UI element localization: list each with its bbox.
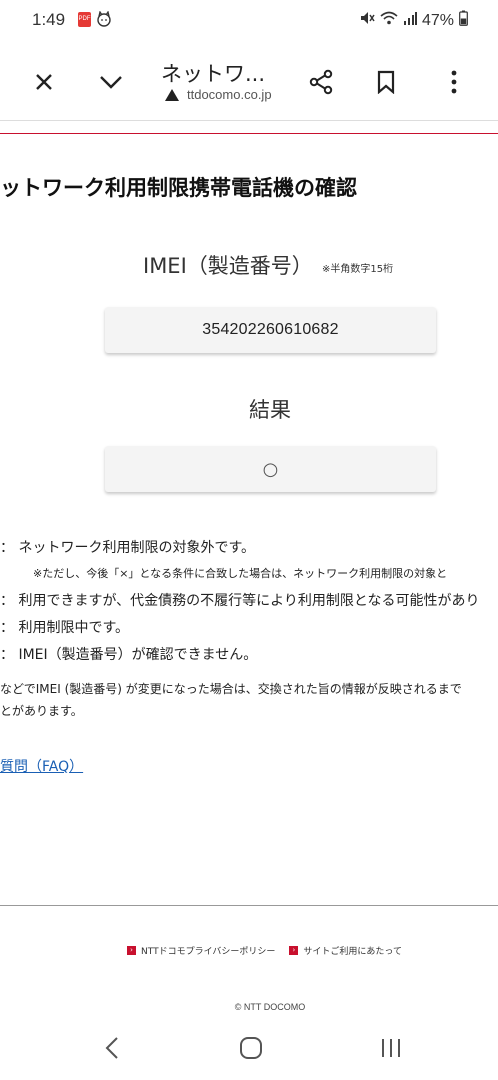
status-bar: 1:49 PDF 47%: [0, 0, 498, 42]
back-chevron-icon: [105, 1037, 118, 1059]
footer-links: › NTTドコモプライバシーポリシー › サイトご利用にあたって: [127, 944, 402, 957]
imei-field[interactable]: 354202260610682: [105, 307, 436, 353]
more-options-button[interactable]: [434, 62, 474, 102]
privacy-policy-link[interactable]: › NTTドコモプライバシーポリシー: [127, 944, 275, 957]
faq-link[interactable]: 質問（FAQ）: [0, 756, 83, 776]
signal-icon: [403, 11, 417, 30]
more-vert-icon: [451, 70, 457, 94]
recents-button[interactable]: [371, 1032, 411, 1064]
imei-change-note: などでIMEI (製造番号) が変更になった場合は、交換された旨の情報が反映され…: [0, 678, 462, 722]
legend-item-note: ※ただし、今後「×」となる条件に合致した場合は、ネットワーク利用制限の対象と: [33, 567, 448, 580]
result-field: ○: [105, 446, 436, 492]
status-indicators: 47%: [359, 10, 468, 31]
url-text: ttdocomo.co.jp: [187, 87, 272, 102]
imei-note: ※半角数字15桁: [322, 264, 394, 275]
home-icon: [240, 1037, 262, 1059]
imei-value: 354202260610682: [202, 321, 339, 338]
header-red-line: [0, 133, 498, 134]
result-label: 結果: [249, 398, 291, 422]
page-heading: ットワーク利用制限携帯電話機の確認: [0, 176, 357, 200]
site-terms-link[interactable]: › サイトご利用にあたって: [289, 944, 402, 957]
legend-item-dash: ： IMEI（製造番号）が確認できません。: [0, 647, 258, 663]
bookmark-button[interactable]: [366, 62, 406, 102]
close-button[interactable]: [24, 62, 64, 102]
status-time: 1:49: [32, 10, 66, 29]
battery-icon: [459, 10, 468, 31]
wifi-icon: [380, 10, 398, 31]
footer-divider: [0, 905, 498, 906]
site-terms-label: サイトご利用にあたって: [303, 947, 402, 957]
share-button[interactable]: [301, 62, 341, 102]
note-line-2: とがあります。: [0, 704, 83, 718]
legend-item-triangle: ： 利用できますが、代金債務の不履行等により利用制限となる可能性があり: [0, 593, 480, 609]
imei-label: IMEI（製造番号）: [143, 254, 313, 278]
recents-icon: [382, 1039, 400, 1057]
mute-icon: [359, 10, 375, 31]
privacy-policy-label: NTTドコモプライバシーポリシー: [141, 947, 276, 957]
result-circle-mark: ○: [262, 458, 279, 480]
warning-icon: [165, 88, 179, 101]
page-title[interactable]: ネットワ...: [161, 58, 265, 88]
arrow-icon: ›: [289, 946, 299, 955]
browser-toolbar: ネットワ... ttdocomo.co.jp: [0, 42, 498, 122]
system-nav-bar: [0, 1014, 498, 1080]
note-line-1: などでIMEI (製造番号) が変更になった場合は、交換された旨の情報が反映され…: [0, 682, 462, 696]
copyright: © NTT DOCOMO: [234, 1002, 306, 1012]
pdf-notification-icon: PDF: [78, 12, 91, 27]
home-button[interactable]: [231, 1032, 271, 1064]
expand-button[interactable]: [91, 62, 131, 102]
battery-percent: 47%: [421, 11, 454, 29]
arrow-icon: ›: [127, 946, 136, 955]
url-display[interactable]: ttdocomo.co.jp: [165, 87, 272, 102]
back-button[interactable]: [92, 1032, 132, 1064]
legend-item-cross: ： 利用制限中です。: [0, 620, 130, 636]
legend-item-circle: ： ネットワーク利用制限の対象外です。: [0, 540, 256, 556]
close-icon: [36, 74, 52, 90]
share-icon: [309, 69, 333, 95]
cat-face-icon: [96, 10, 112, 27]
chevron-down-icon: [100, 76, 122, 89]
toolbar-divider: [0, 120, 498, 121]
bookmark-icon: [377, 70, 395, 94]
